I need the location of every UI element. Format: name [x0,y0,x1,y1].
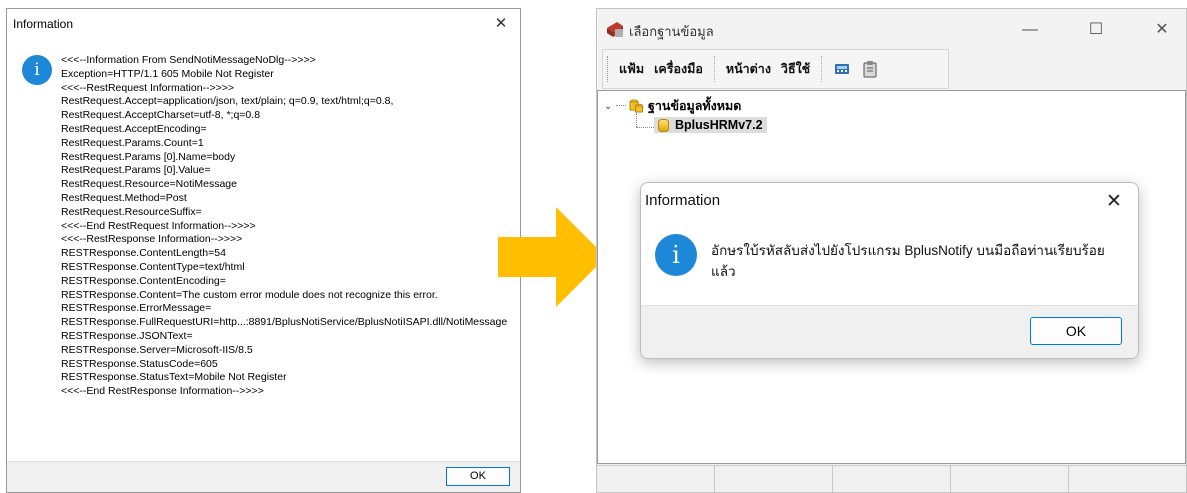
status-bar [597,465,1186,492]
error-detail-line: RESTResponse.JSONText= [61,329,193,342]
window-title: เลือกฐานข้อมูล [629,24,714,39]
app-logo-icon [607,22,623,37]
modal-close-icon[interactable]: ✕ [1100,188,1128,216]
error-detail-line: RESTResponse.ContentEncoding= [61,274,226,287]
calculator-icon[interactable] [833,60,851,78]
error-detail-line: RESTResponse.ContentLength=54 [61,247,226,260]
menu-toolbar: แฟ้ม เครื่องมือ หน้าต่าง วิธีใช้ [602,49,949,89]
error-detail-line: RESTResponse.FullRequestURI=http...:8891… [61,316,508,329]
error-detail-line: <<<--RestRequest Information-->>>> [61,81,235,94]
error-detail-line: RestRequest.Method=Post [61,191,187,204]
error-detail-line: RestRequest.Accept=application/json, tex… [61,95,394,108]
error-detail-line: RESTResponse.Content=The custom error mo… [61,288,438,301]
tree-connector [636,113,637,127]
right-arrow-icon [498,207,606,307]
error-detail-line: RESTResponse.ContentType=text/html [61,260,245,273]
modal-message: อักษรใบ้รหัสลับส่งไปยังโปรแกรม BplusNoti… [711,243,1105,279]
status-cell [715,465,833,492]
modal-ok-button[interactable]: OK [1030,317,1122,345]
menu-window[interactable]: หน้าต่าง [721,59,776,79]
menu-file[interactable]: แฟ้ม [614,59,649,79]
error-detail-line: RESTResponse.StatusCode=605 [61,357,218,370]
left-dialog-title: Information [13,17,74,31]
tree-child-label: BplusHRMv7.2 [675,118,763,132]
status-cell [833,465,951,492]
error-detail-line: RestRequest.Resource=NotiMessage [61,178,237,191]
error-detail-line: <<<--End RestRequest Information-->>>> [61,219,256,232]
error-detail-line: <<<--Information From SendNotiMessageNoD… [61,54,316,66]
toolbar-grip[interactable] [607,56,610,82]
error-detail-line: RESTResponse.ErrorMessage= [61,302,212,315]
left-information-dialog: Information ✕ i <<<--Information From Se… [6,8,521,493]
modal-title: Information [645,192,721,209]
tree-connector [616,105,626,106]
clipboard-icon[interactable] [861,60,879,78]
menu-help[interactable]: วิธีใช้ [776,59,815,79]
status-cell [1069,465,1186,492]
error-detail-line: RestRequest.Params [0].Value= [61,164,211,177]
error-detail-line: RestRequest.Params [0].Name=body [61,150,236,163]
info-icon: i [655,234,697,276]
toolbar-divider [713,56,715,82]
window-close-icon[interactable]: ✕ [1147,15,1177,45]
error-detail-line: Exception=HTTP/1.1 605 Mobile Not Regist… [61,67,274,80]
collapse-chevron-icon[interactable]: ⌄ [604,101,612,112]
database-group-icon [629,99,643,113]
information-modal: Information ✕ i อักษรใบ้รหัสลับส่งไปยังโ… [640,182,1139,359]
left-dialog-titlebar[interactable]: Information ✕ [7,9,520,39]
error-detail-line: RestRequest.AcceptCharset=utf-8, *;q=0.8 [61,109,261,122]
tree-root-item[interactable]: ฐานข้อมูลทั้งหมด [628,96,741,116]
tree-connector [636,127,654,128]
toolbar-divider [821,56,823,82]
menu-tools[interactable]: เครื่องมือ [649,59,708,79]
left-dialog-footer: OK [7,461,520,492]
error-detail-line: <<<--RestResponse Information-->>>> [61,233,243,246]
status-cell [951,465,1069,492]
left-ok-button[interactable]: OK [446,467,510,486]
info-icon: i [22,55,52,85]
left-dialog-close-icon[interactable]: ✕ [490,13,512,35]
error-detail-line: <<<--End RestResponse Information-->>>> [61,385,264,398]
minimize-icon[interactable]: — [1015,15,1045,45]
error-detail-line: RestRequest.AcceptEncoding= [61,122,207,135]
maximize-icon[interactable]: ☐ [1081,15,1111,45]
error-detail-line: RESTResponse.Server=Microsoft-IIS/8.5 [61,343,253,356]
error-detail-line: RestRequest.ResourceSuffix= [61,205,202,218]
status-cell [597,465,715,492]
tree-root-label: ฐานข้อมูลทั้งหมด [648,99,742,113]
error-detail-line: RESTResponse.StatusText=Mobile Not Regis… [61,371,287,384]
database-icon [658,118,669,132]
tree-child-item[interactable]: BplusHRMv7.2 [654,117,767,133]
error-details-text: <<<--Information From SendNotiMessageNoD… [61,54,519,399]
error-detail-line: RestRequest.Params.Count=1 [61,136,204,149]
modal-footer: OK [641,305,1138,358]
